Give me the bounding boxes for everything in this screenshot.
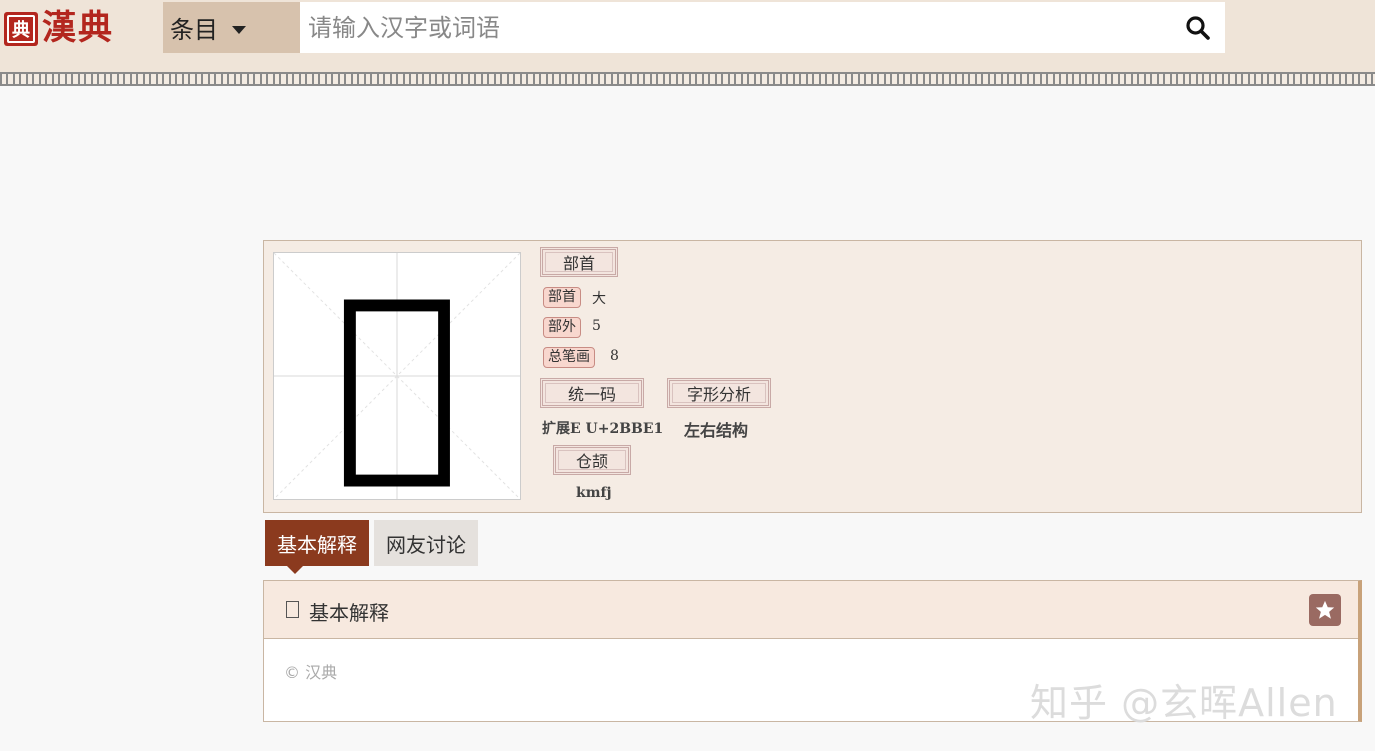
outside-strokes-value: 5 [592, 318, 601, 334]
caret-down-icon [232, 25, 246, 34]
radical-pill: 部首 [543, 287, 581, 308]
star-icon [1315, 600, 1335, 619]
search-button[interactable] [1180, 10, 1216, 46]
bookmark-icon [286, 601, 299, 618]
favorite-button[interactable] [1309, 594, 1341, 626]
site-header: 典 漢典 条目 [0, 0, 1375, 72]
radical-value[interactable]: 大 [592, 288, 606, 308]
tab-user-discussion[interactable]: 网友讨论 [374, 520, 478, 566]
structure-section-label: 字形分析 [667, 378, 771, 408]
site-logo[interactable]: 漢典 [42, 6, 114, 50]
watermark-text: 知乎 @玄晖Allen [1030, 681, 1338, 725]
unicode-section-label: 统一码 [540, 378, 644, 408]
panel-title: 基本解释 [309, 601, 389, 625]
logo-seal-icon[interactable]: 典 [4, 12, 38, 46]
structure-value: 左右结构 [684, 421, 749, 440]
character-glyph: 𫮡 [333, 252, 461, 499]
unicode-value: 扩展E U+2BBE1 [542, 421, 664, 437]
cangjie-value: kmfj [576, 485, 612, 501]
search-type-label: 条目 [170, 16, 218, 44]
outside-strokes-pill: 部外 [543, 317, 581, 338]
character-card: 𫮡 部首 部首 大 部外 5 总笔画 8 统一码 扩展E U+2BBE1 字形分… [263, 240, 1362, 513]
panel-header: 基本解释 [264, 581, 1358, 639]
header-fret-border [0, 72, 1375, 86]
total-strokes-value: 8 [610, 348, 619, 364]
cangjie-section-label: 仓颉 [553, 445, 631, 475]
tab-basic-explanation[interactable]: 基本解释 [265, 520, 369, 574]
search-icon [1186, 16, 1210, 40]
total-strokes-pill: 总笔画 [543, 347, 595, 368]
logo-seal-text: 典 [12, 20, 30, 41]
character-grid-box: 𫮡 [273, 252, 521, 500]
search-input[interactable] [300, 2, 1225, 53]
search-type-dropdown[interactable]: 条目 [163, 2, 300, 53]
radical-section-label: 部首 [540, 247, 618, 277]
copyright-text: © 汉典 [284, 663, 338, 682]
